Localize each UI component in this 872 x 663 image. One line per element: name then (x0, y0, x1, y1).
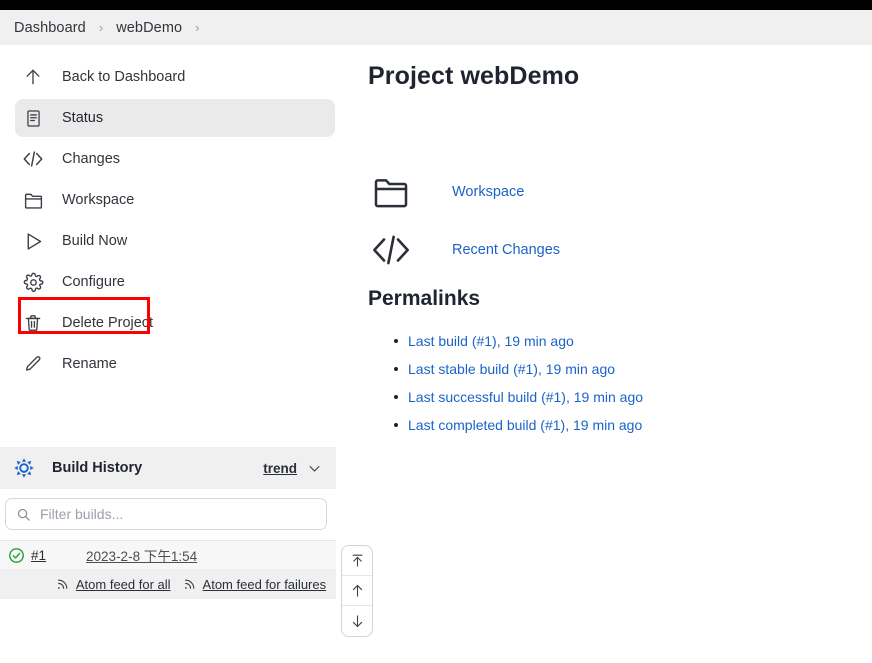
gear-icon (20, 269, 46, 295)
permalink-last-completed-build[interactable]: Last completed build (#1), 19 min ago (394, 415, 848, 436)
action-recent-changes-label[interactable]: Recent Changes (452, 242, 560, 258)
breadcrumb-separator: › (98, 20, 104, 35)
build-history-title: Build History (52, 460, 143, 476)
scroll-to-top-button[interactable] (342, 546, 372, 576)
build-number-link[interactable]: #1 (31, 548, 46, 563)
permalink-last-stable-build[interactable]: Last stable build (#1), 19 min ago (394, 359, 848, 380)
atom-feed-failures-link[interactable]: Atom feed for failures (183, 576, 327, 592)
build-filter-input[interactable] (40, 506, 300, 522)
permalinks-list: Last build (#1), 19 min ago Last stable … (368, 331, 848, 436)
atom-feed-all-link[interactable]: Atom feed for all (56, 577, 171, 592)
build-history-row[interactable]: #1 2023-2-8 下午1:54 (0, 540, 336, 569)
trash-icon (20, 310, 46, 336)
sidebar-item-back-to-dashboard[interactable]: Back to Dashboard (0, 58, 336, 96)
sidebar-item-workspace[interactable]: Workspace (0, 181, 336, 219)
main-content: Project webDemo Workspace Recent Changes… (368, 62, 848, 443)
rss-icon (56, 577, 70, 591)
page-title: Project webDemo (368, 62, 580, 90)
breadcrumb-separator: › (195, 20, 200, 35)
build-date-link[interactable]: 2023-2-8 下午1:54 (86, 545, 197, 565)
document-icon (20, 105, 46, 131)
jenkins-burst-icon (12, 456, 36, 480)
permalink-last-build[interactable]: Last build (#1), 19 min ago (394, 331, 848, 352)
sidebar-item-status[interactable]: Status (15, 99, 335, 137)
sidebar-item-label: Build Now (62, 233, 128, 249)
sidebar-item-label: Configure (62, 274, 125, 290)
folder-icon (368, 172, 414, 212)
build-history-header: Build History trend (0, 447, 336, 489)
code-brackets-icon (368, 229, 414, 271)
breadcrumb-item-webdemo[interactable]: webDemo (116, 20, 182, 36)
project-action-list: Workspace Recent Changes (368, 163, 848, 279)
sidebar-item-build-now[interactable]: Build Now (0, 222, 336, 260)
atom-feed-all-label: Atom feed for all (75, 576, 171, 592)
pencil-icon (20, 351, 46, 377)
breadcrumb-item-dashboard[interactable]: Dashboard (14, 20, 86, 36)
play-icon (20, 228, 46, 254)
sidebar-item-configure[interactable]: Configure (0, 263, 336, 301)
permalinks-title: Permalinks (368, 287, 481, 310)
success-check-icon (8, 547, 25, 564)
rss-icon (183, 577, 197, 591)
scroll-up-button[interactable] (342, 576, 372, 606)
code-brackets-icon (20, 146, 46, 172)
action-workspace[interactable]: Workspace (368, 163, 848, 221)
chevron-down-icon[interactable] (307, 461, 322, 476)
sidebar-item-label: Workspace (62, 192, 135, 208)
scroll-down-button[interactable] (342, 606, 372, 636)
sidebar-item-label: Back to Dashboard (62, 69, 186, 85)
top-black-bar (0, 0, 872, 10)
action-recent-changes[interactable]: Recent Changes (368, 221, 848, 279)
build-filter-container[interactable] (5, 498, 327, 530)
action-workspace-label[interactable]: Workspace (452, 184, 524, 200)
build-history-scroll-controls (341, 545, 373, 637)
sidebar-item-rename[interactable]: Rename (0, 345, 336, 383)
sidebar-item-label: Rename (62, 356, 117, 372)
arrow-up-icon (20, 64, 46, 90)
build-history-trend-link[interactable]: trend (263, 461, 297, 476)
folder-icon (20, 187, 46, 213)
sidebar: Back to Dashboard Status Changes Workspa… (0, 55, 336, 386)
sidebar-item-delete-project[interactable]: Delete Project (0, 304, 336, 342)
sidebar-item-label: Status (62, 110, 104, 126)
sidebar-item-label: Changes (62, 151, 121, 167)
search-icon (16, 507, 31, 522)
sidebar-item-changes[interactable]: Changes (0, 140, 336, 178)
breadcrumb: Dashboard › webDemo › (0, 10, 872, 45)
sidebar-item-label: Delete Project (62, 315, 154, 331)
permalink-last-successful-build[interactable]: Last successful build (#1), 19 min ago (394, 387, 848, 408)
atom-feed-row: Atom feed for all Atom feed for failures (0, 569, 336, 599)
atom-feed-failures-label: Atom feed for failures (202, 576, 327, 592)
